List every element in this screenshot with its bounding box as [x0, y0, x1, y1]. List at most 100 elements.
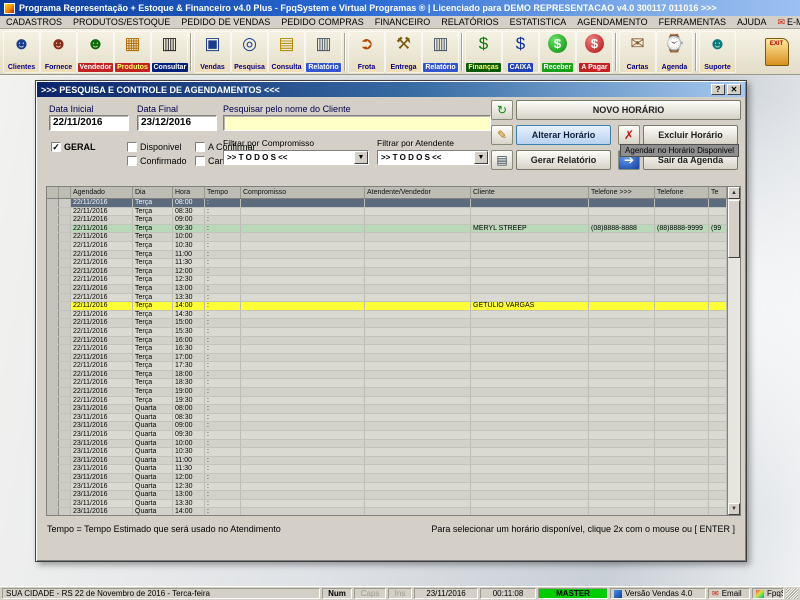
column-header-blank-1[interactable]: [59, 187, 71, 198]
resize-grip[interactable]: [786, 588, 798, 599]
data-inicial-input[interactable]: 22/11/2016: [49, 115, 129, 131]
status-brand-button[interactable]: FpqSystem: [752, 588, 784, 599]
toolbar-relatorio-button[interactable]: ▥ Relatório: [305, 30, 342, 73]
menu-pedido-de-vendas[interactable]: PEDIDO DE VENDAS: [181, 17, 270, 27]
toolbar-consultar-button[interactable]: ▥ Consultar: [151, 30, 188, 73]
toolbar-clientes-button[interactable]: ☻ Clientes: [3, 30, 40, 73]
chevron-down-icon[interactable]: ▼: [474, 151, 488, 164]
menu-cadastros[interactable]: CADASTROS: [6, 17, 62, 27]
filter-dropdown[interactable]: >> T O D O S << ▼: [223, 150, 369, 165]
menu-produtos-estoque[interactable]: PRODUTOS/ESTOQUE: [73, 17, 170, 27]
column-header-blank-0[interactable]: [47, 187, 59, 198]
refresh-icon[interactable]: ↻: [491, 100, 513, 120]
table-row[interactable]: 22/11/2016 Terça 08:30:: [47, 207, 727, 217]
dialog-help-button[interactable]: ?: [711, 84, 725, 95]
table-row[interactable]: 23/11/2016 Quarta 09:30:: [47, 431, 727, 440]
menu-ferramentas[interactable]: FERRAMENTAS: [659, 17, 726, 27]
menu-financeiro[interactable]: FINANCEIRO: [375, 17, 431, 27]
table-row[interactable]: 23/11/2016 Quarta 13:00:: [47, 491, 727, 500]
column-header-dia[interactable]: Dia: [133, 187, 173, 198]
column-header-atendente-vendedor[interactable]: Atendente/Vendedor: [365, 187, 471, 198]
column-header-te[interactable]: Te: [709, 187, 727, 198]
table-row[interactable]: 22/11/2016 Terça 13:30:: [47, 293, 727, 303]
window-titlebar[interactable]: Programa Representação + Estoque & Finan…: [0, 0, 800, 16]
menu-relatorios[interactable]: RELATÓRIOS: [441, 17, 498, 27]
table-row[interactable]: 22/11/2016 Terça 14:00: GETULIO VARGAS: [47, 302, 727, 311]
data-final-input[interactable]: 23/12/2016: [137, 115, 217, 131]
table-row[interactable]: 23/11/2016 Quarta 12:30:: [47, 482, 727, 492]
column-header-agendado[interactable]: Agendado: [71, 187, 133, 198]
toolbar-financas-button[interactable]: $ Finanças: [465, 30, 502, 73]
table-row[interactable]: 22/11/2016 Terça 19:00:: [47, 388, 727, 397]
table-row[interactable]: 22/11/2016 Terça 14:30:: [47, 310, 727, 320]
checkbox-geral[interactable]: ✓ GERAL: [51, 142, 127, 152]
menu-agendamento[interactable]: AGENDAMENTO: [577, 17, 647, 27]
table-row[interactable]: 22/11/2016 Terça 10:30:: [47, 241, 727, 251]
table-scrollbar[interactable]: ▲ ▼: [727, 187, 740, 515]
gerar-relatorio-button[interactable]: Gerar Relatório: [516, 150, 611, 170]
table-row[interactable]: 22/11/2016 Terça 15:00:: [47, 319, 727, 328]
table-row[interactable]: 22/11/2016 Terça 11:30:: [47, 259, 727, 268]
toolbar-vendas-button[interactable]: ▣ Vendas: [194, 30, 231, 73]
toolbar-entrega-button[interactable]: ⚒ Entrega: [385, 30, 422, 73]
toolbar-suporte-button[interactable]: ☻ Suporte: [699, 30, 736, 73]
table-row[interactable]: 22/11/2016 Terça 09:30: MERYL STREEP (08)888…: [47, 224, 727, 234]
scroll-thumb[interactable]: [728, 200, 740, 258]
table-row[interactable]: 23/11/2016 Quarta 12:00:: [47, 474, 727, 483]
toolbar-agenda-button[interactable]: ⌚ Agenda: [656, 30, 693, 73]
table-row[interactable]: 23/11/2016 Quarta 08:30:: [47, 413, 727, 423]
chevron-down-icon[interactable]: ▼: [354, 151, 368, 164]
toolbar-relatorio-button[interactable]: ▥ Relatório: [422, 30, 459, 73]
toolbar-pesquisa-button[interactable]: ◎ Pesquisa: [231, 30, 268, 73]
delete-icon[interactable]: ✗: [618, 125, 640, 145]
table-row[interactable]: 23/11/2016 Quarta 13:30:: [47, 499, 727, 509]
toolbar-consulta-button[interactable]: ▤ Consulta: [268, 30, 305, 73]
table-row[interactable]: 22/11/2016 Terça 18:30:: [47, 379, 727, 389]
novo-horario-button[interactable]: NOVO HORÁRIO: [516, 100, 741, 120]
table-row[interactable]: 23/11/2016 Quarta 10:00:: [47, 439, 727, 449]
scroll-down-button[interactable]: ▼: [728, 503, 740, 515]
toolbar-vendedor-button[interactable]: ☻ Vendedor: [77, 30, 114, 73]
table-row[interactable]: 23/11/2016 Quarta 09:00:: [47, 422, 727, 432]
checkbox-confirmado[interactable]: Confirmado: [127, 156, 195, 166]
toolbar-receber-button[interactable]: $ Receber: [539, 30, 576, 73]
table-row[interactable]: 23/11/2016 Quarta 10:30:: [47, 448, 727, 457]
table-row[interactable]: 23/11/2016 Quarta 11:00:: [47, 456, 727, 466]
table-row[interactable]: 23/11/2016 Quarta 11:30:: [47, 465, 727, 474]
menu-e-mail[interactable]: ✉E-MAIL: [778, 17, 800, 28]
column-header-tempo[interactable]: Tempo: [205, 187, 241, 198]
filter-dropdown[interactable]: >> T O D O S << ▼: [377, 150, 489, 165]
alterar-horario-button[interactable]: Alterar Horário: [516, 125, 611, 145]
scroll-track[interactable]: [728, 258, 740, 503]
print-icon[interactable]: ▤: [491, 150, 513, 170]
table-row[interactable]: 22/11/2016 Terça 19:30:: [47, 396, 727, 406]
table-row[interactable]: 22/11/2016 Terça 16:30:: [47, 345, 727, 354]
toolbar-exit-button[interactable]: EXIT: [758, 31, 795, 73]
menu-estatistica[interactable]: ESTATISTICA: [510, 17, 567, 27]
table-row[interactable]: 23/11/2016 Quarta 14:00:: [47, 508, 727, 515]
menu-pedido-compras[interactable]: PEDIDO COMPRAS: [281, 17, 364, 27]
column-header-hora[interactable]: Hora: [173, 187, 205, 198]
toolbar-produtos-button[interactable]: ▦ Produtos: [114, 30, 151, 73]
column-header-telefone[interactable]: Telefone >>>: [589, 187, 655, 198]
table-row[interactable]: 23/11/2016 Quarta 08:00:: [47, 405, 727, 414]
toolbar-fornece-button[interactable]: ☻ Fornece: [40, 30, 77, 73]
table-row[interactable]: 22/11/2016 Terça 15:30:: [47, 327, 727, 337]
toolbar-a-pagar-button[interactable]: $ A Pagar: [576, 30, 613, 73]
table-row[interactable]: 22/11/2016 Terça 08:00:: [47, 199, 727, 208]
table-row[interactable]: 22/11/2016 Terça 10:00:: [47, 233, 727, 242]
table-row[interactable]: 22/11/2016 Terça 17:00:: [47, 353, 727, 363]
column-header-telefone[interactable]: Telefone: [655, 187, 709, 198]
toolbar-caixa-button[interactable]: $ CAIXA: [502, 30, 539, 73]
checkbox-disponivel[interactable]: Disponivel: [127, 142, 195, 152]
column-header-cliente[interactable]: Cliente: [471, 187, 589, 198]
table-row[interactable]: 22/11/2016 Terça 12:30:: [47, 276, 727, 285]
toolbar-frota-button[interactable]: ➲ Frota: [348, 30, 385, 73]
status-email-button[interactable]: ✉ Email: [708, 588, 750, 599]
column-header-compromisso[interactable]: Compromisso: [241, 187, 365, 198]
table-row[interactable]: 22/11/2016 Terça 11:00:: [47, 250, 727, 260]
dialog-titlebar[interactable]: >>> PESQUISA E CONTROLE DE AGENDAMENTOS …: [37, 82, 745, 97]
table-row[interactable]: 22/11/2016 Terça 18:00:: [47, 370, 727, 380]
scroll-up-button[interactable]: ▲: [728, 187, 740, 199]
dialog-close-button[interactable]: ✕: [727, 84, 741, 95]
